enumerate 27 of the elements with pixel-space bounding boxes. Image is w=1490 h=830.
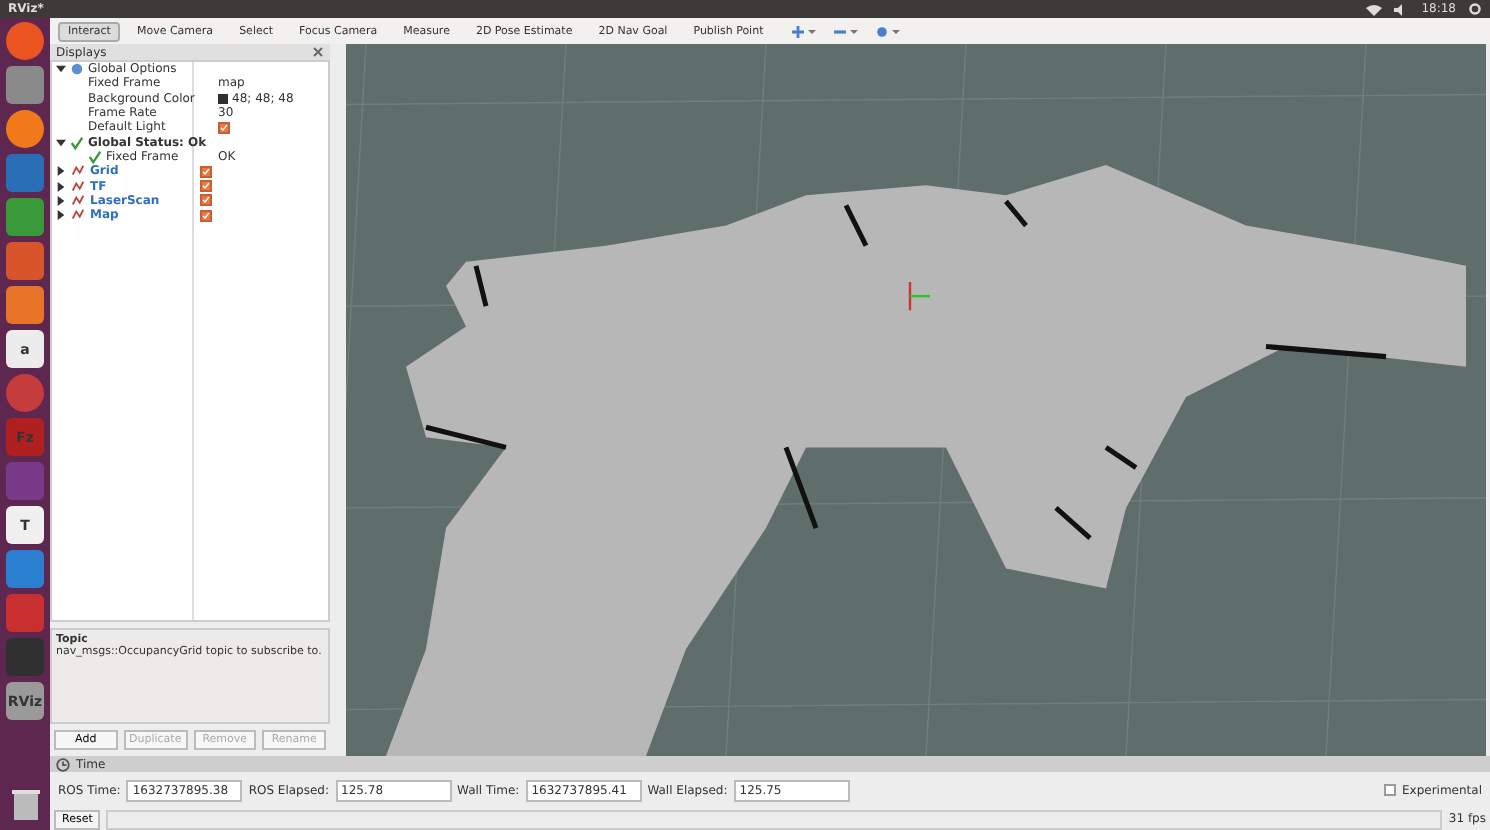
app-icon[interactable] xyxy=(6,286,44,324)
expander-icon[interactable] xyxy=(56,137,66,148)
camera-dropdown-icon[interactable] xyxy=(875,25,900,37)
checkbox[interactable] xyxy=(218,121,230,134)
app-icon[interactable] xyxy=(6,110,44,148)
minus-dropdown-icon[interactable] xyxy=(833,25,858,37)
checkbox[interactable] xyxy=(1383,784,1396,796)
checkbox[interactable] xyxy=(200,209,212,222)
checkbox[interactable] xyxy=(200,165,212,178)
clock-icon xyxy=(56,757,70,771)
expander-icon[interactable] xyxy=(56,64,66,75)
expander-icon[interactable] xyxy=(56,210,66,221)
wifi-icon[interactable] xyxy=(1365,3,1382,15)
settings-icon[interactable] xyxy=(1468,2,1482,16)
app-icon[interactable] xyxy=(6,22,44,60)
checkbox[interactable] xyxy=(200,194,212,207)
checkbox[interactable] xyxy=(200,180,212,193)
expander-icon[interactable] xyxy=(56,166,66,177)
occupancy-map-drawing[interactable] xyxy=(346,44,1486,756)
app-icon[interactable] xyxy=(6,198,44,236)
app-icon[interactable] xyxy=(6,550,44,588)
close-icon[interactable] xyxy=(312,46,324,58)
app-icon[interactable] xyxy=(6,66,44,104)
expander-icon[interactable] xyxy=(56,195,66,206)
expander-icon[interactable] xyxy=(56,181,66,192)
app-icon[interactable] xyxy=(6,374,44,412)
plus-dropdown-icon[interactable] xyxy=(791,25,816,37)
